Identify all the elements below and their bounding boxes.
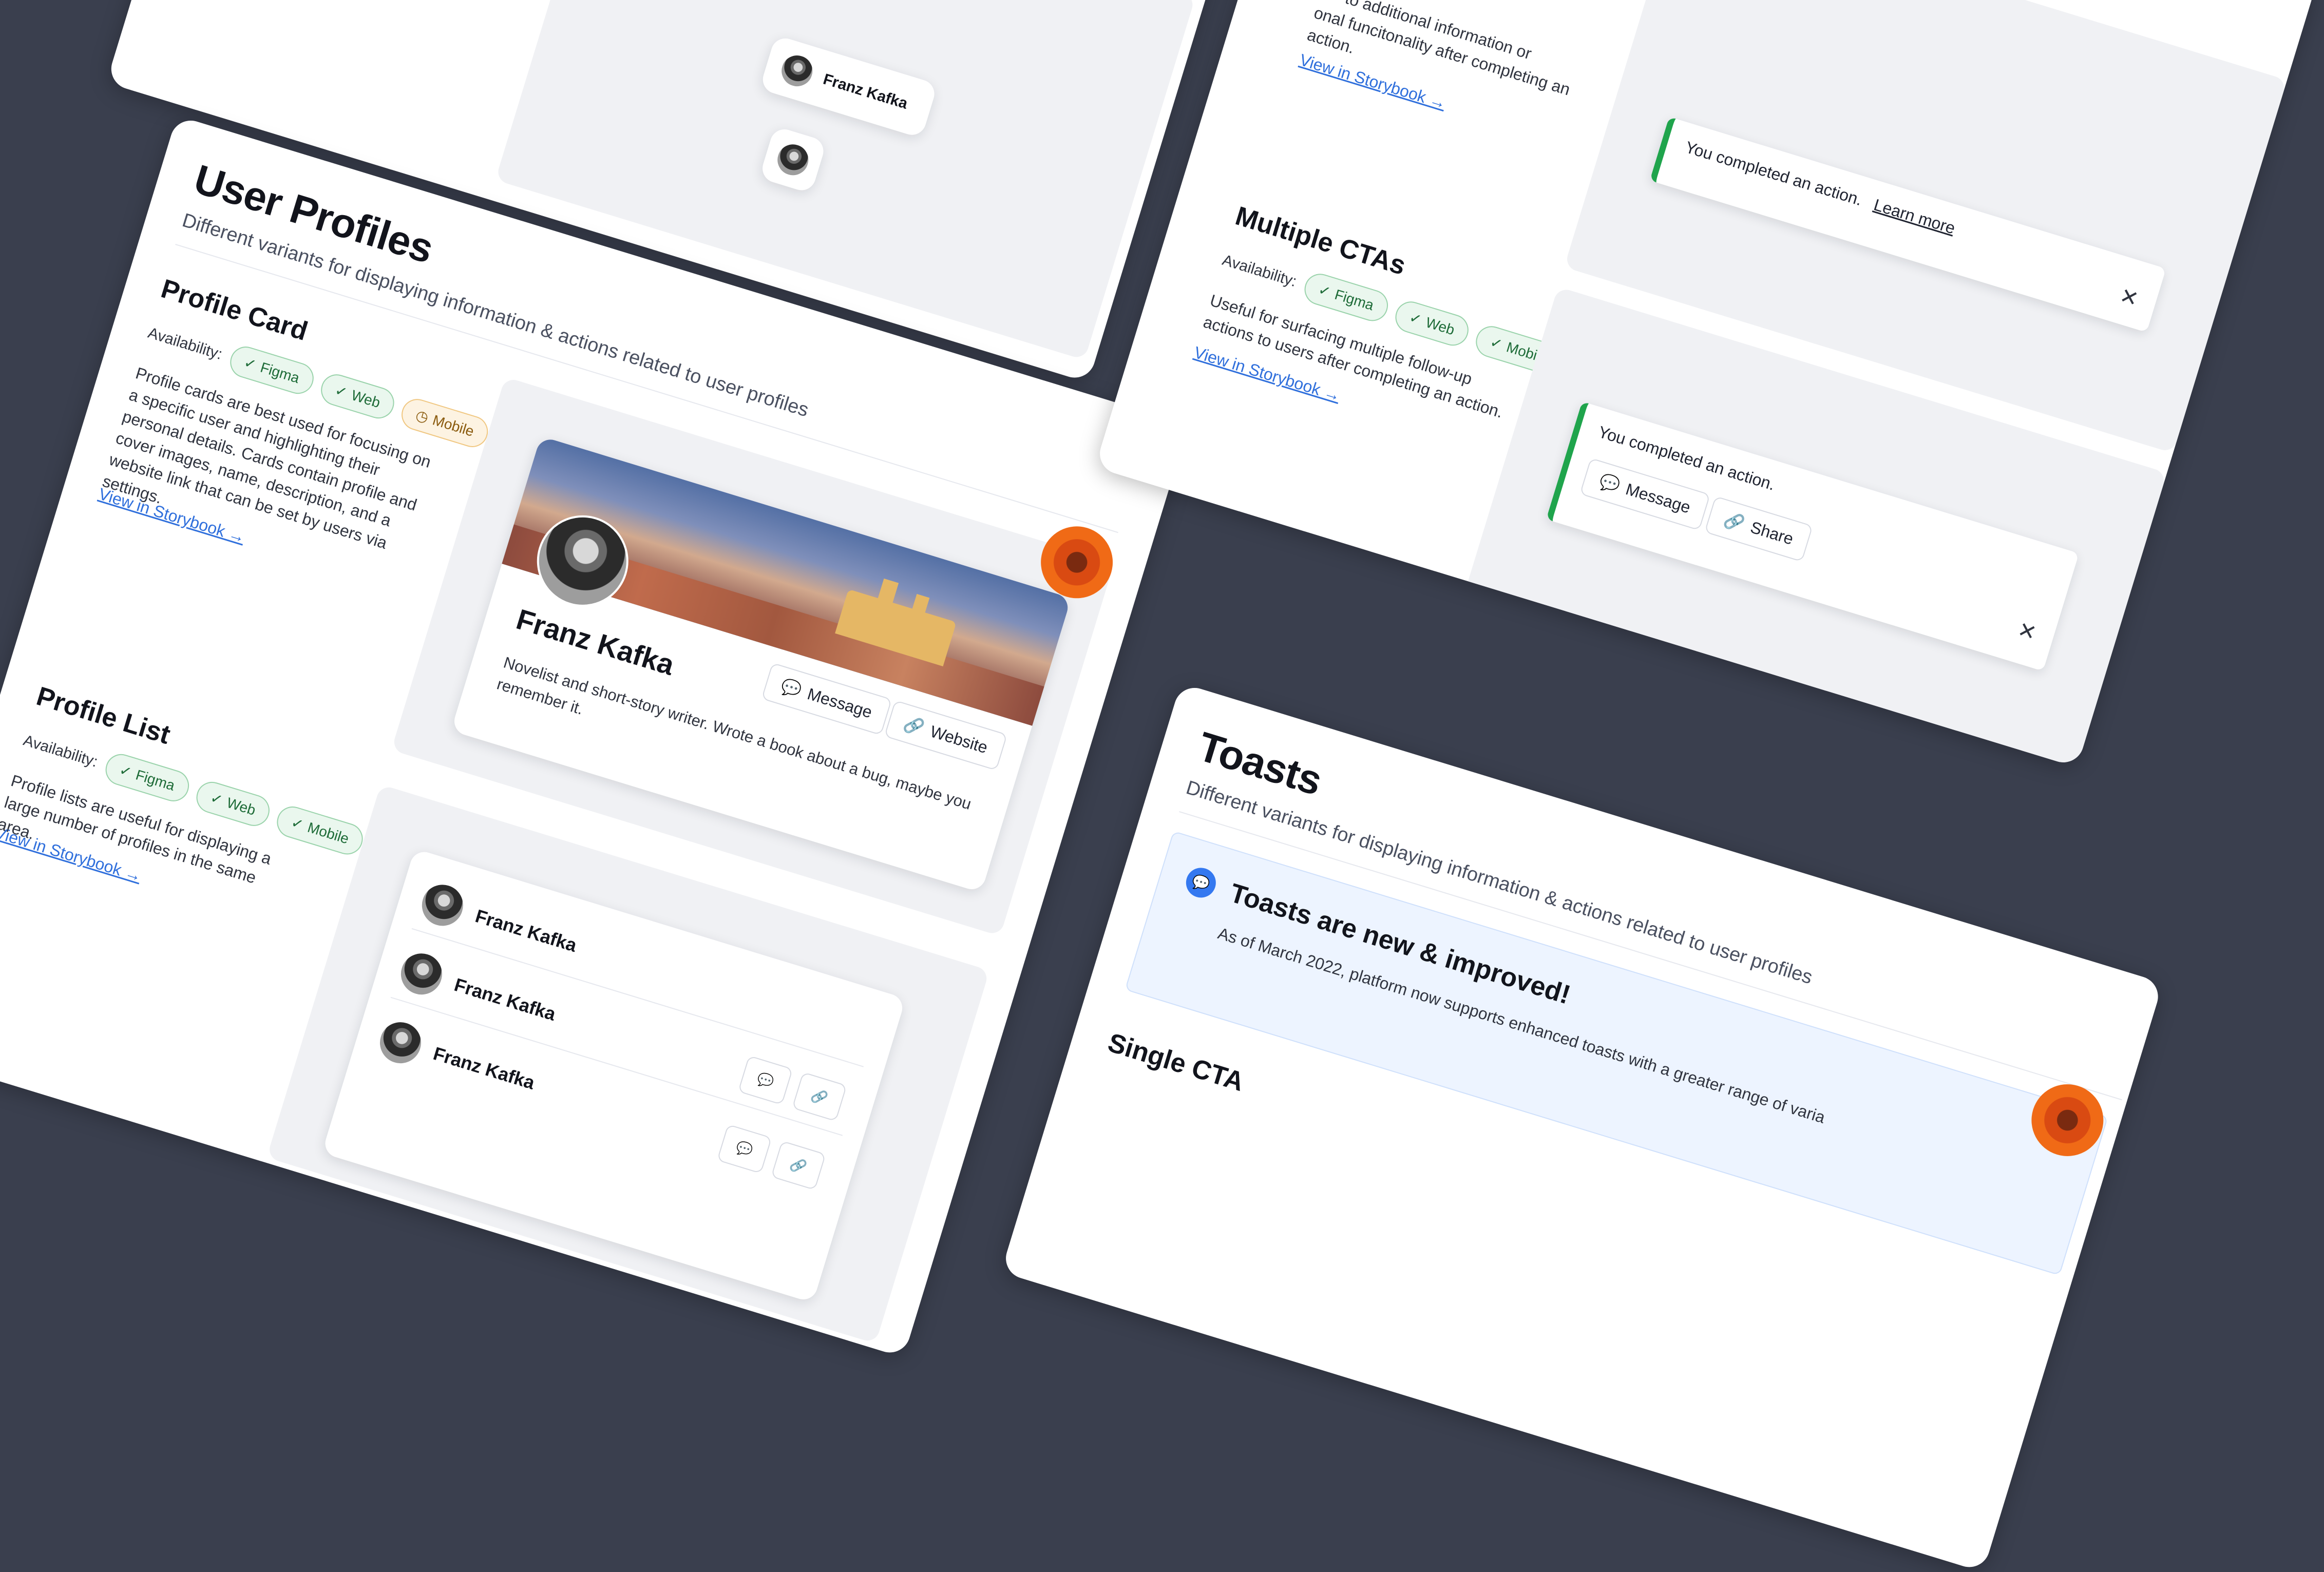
profile-card: Franz Kafka 💬 Message 🔗 Website Novelist…	[450, 436, 1072, 893]
link-icon: 🔗	[901, 714, 927, 738]
banner-text: As of March 2022, platform now supports …	[1215, 924, 1827, 1127]
toast-variants-panel: to additional information or onal funcit…	[1095, 0, 2317, 768]
badge-web: ✓ Web	[1391, 297, 1473, 350]
toast-learn-more: You completed an action. Learn more ✕	[1649, 117, 2166, 333]
avatar	[771, 138, 815, 182]
learn-more-link[interactable]: Learn more	[1872, 195, 1957, 238]
badge-figma: ✓ Figma	[101, 750, 193, 806]
chat-icon: 💬	[1597, 471, 1623, 495]
avatar	[414, 877, 471, 934]
toasts-panel: Toasts Different variants for displaying…	[1001, 683, 2163, 1572]
section-heading-single-cta: Single CTA	[1104, 1027, 1248, 1098]
list-item-name: Franz Kafka	[431, 1042, 538, 1094]
chat-icon: 💬	[755, 1070, 776, 1090]
toast-text: You completed an action.	[1683, 138, 1864, 209]
list-item-name: Franz Kafka	[473, 905, 580, 956]
badge-mobile: ✓ Mobile	[273, 802, 367, 859]
profile-chip-name: Franz Kafka	[821, 70, 910, 112]
badge-mobile: ◷ Mobile	[397, 395, 492, 451]
link-icon: 🔗	[788, 1155, 809, 1175]
badge-figma: ✓ Figma	[1300, 270, 1392, 325]
info-icon: 💬	[1182, 864, 1220, 902]
profile-list: Franz Kafka Franz Kafka 💬 🔗 Franz Kafka …	[321, 848, 906, 1303]
toast-multiple-ctas: You completed an action. 💬 Message 🔗 Sha…	[1546, 401, 2079, 672]
chat-icon: 💬	[734, 1139, 755, 1159]
badge-web: ✓ Web	[192, 778, 274, 830]
availability-label: Availability:	[1220, 251, 1299, 290]
avatar	[372, 1014, 429, 1071]
avatar	[393, 946, 450, 1003]
avatar	[775, 49, 819, 93]
badge-web: ✓ Web	[317, 370, 398, 423]
chat-icon: 💬	[778, 676, 804, 700]
availability-label: Availability:	[21, 732, 100, 771]
badge-figma: ✓ Figma	[226, 342, 318, 398]
link-icon: 🔗	[1722, 509, 1747, 533]
close-icon[interactable]: ✕	[2015, 617, 2040, 646]
availability-label: Availability:	[146, 324, 224, 363]
close-icon[interactable]: ✕	[2117, 283, 2142, 312]
share-button[interactable]: 🔗 Share	[1704, 495, 1814, 562]
storybook-link[interactable]: View in Storybook →	[1298, 50, 1449, 113]
link-icon: 🔗	[809, 1086, 830, 1106]
list-item-name: Franz Kafka	[452, 974, 559, 1025]
info-banner: 💬 Toasts are new & improved! As of March…	[1125, 831, 2108, 1276]
